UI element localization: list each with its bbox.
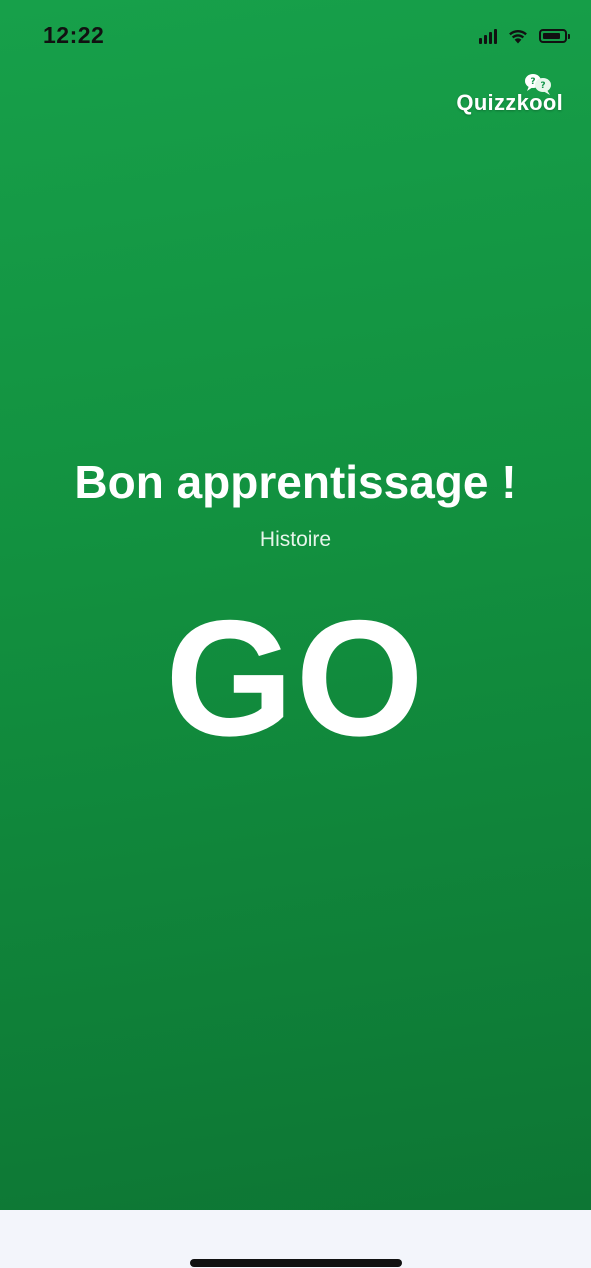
page-title: Bon apprentissage ! (74, 456, 517, 508)
svg-text:?: ? (530, 77, 535, 87)
go-label: GO (165, 586, 426, 770)
signal-icon (479, 28, 497, 44)
status-icons (479, 27, 570, 44)
screen: 12:22 ? ? Quizzkool Bon apprentissage ! … (0, 0, 591, 1268)
quizzkool-logo: ? ? Quizzkool (448, 72, 563, 122)
subject-label: Histoire (259, 528, 332, 551)
battery-icon (539, 28, 570, 43)
status-time: 12:22 (43, 22, 105, 48)
wifi-icon (509, 29, 527, 44)
app-background: 12:22 ? ? Quizzkool Bon apprentissage ! … (0, 0, 591, 1210)
logo-text: Quizzkool (456, 90, 563, 115)
home-indicator[interactable] (190, 1259, 402, 1267)
